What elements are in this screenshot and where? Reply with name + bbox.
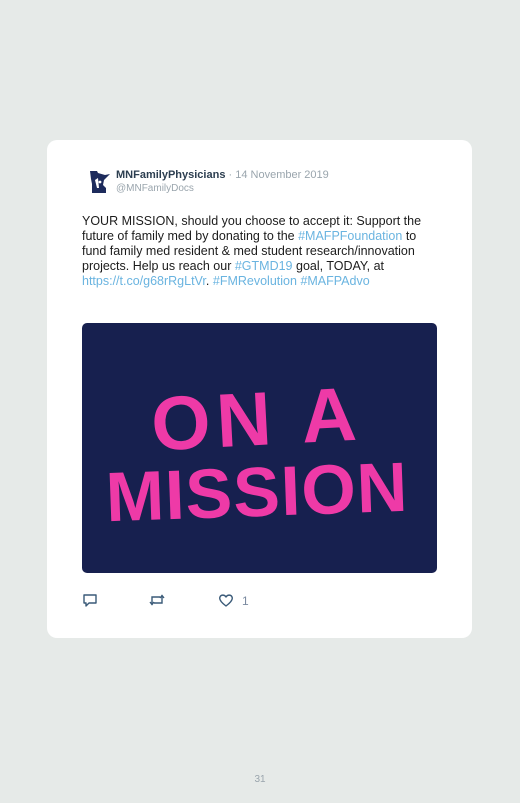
- retweet-icon[interactable]: [148, 592, 166, 613]
- media-text-line2: MISSION: [104, 448, 409, 537]
- like-count: 1: [242, 594, 249, 608]
- tweet-media-image[interactable]: ON A MISSION: [82, 323, 437, 573]
- hashtag-link[interactable]: #FMRevolution: [213, 274, 297, 288]
- tweet-actions: 1: [82, 592, 382, 612]
- heart-icon[interactable]: [218, 592, 234, 613]
- tweet-date[interactable]: 14 November 2019: [235, 169, 329, 181]
- separator: ·: [225, 169, 236, 181]
- author-name[interactable]: MNFamilyPhysicians: [116, 169, 225, 181]
- url-link[interactable]: https://t.co/g68rRgLtVr: [82, 274, 206, 288]
- hashtag-link[interactable]: #MAFPAdvo: [300, 274, 369, 288]
- hashtag-link[interactable]: #MAFPFoundation: [298, 229, 402, 243]
- hashtag-link[interactable]: #GTMD19: [235, 259, 293, 273]
- avatar[interactable]: [89, 170, 111, 194]
- tweet-text: YOUR MISSION, should you choose to accep…: [82, 214, 432, 289]
- tweet-text-part: .: [205, 274, 213, 288]
- tweet-text-part: goal, TODAY, at: [292, 259, 385, 273]
- author-handle[interactable]: @MNFamilyDocs: [116, 183, 194, 194]
- minnesota-logo-icon: [90, 171, 110, 193]
- tweet-author-line: MNFamilyPhysicians · 14 November 2019: [116, 169, 329, 181]
- reply-icon[interactable]: [82, 592, 98, 613]
- tweet-card: MNFamilyPhysicians · 14 November 2019 @M…: [47, 140, 472, 638]
- page-number: 31: [254, 774, 266, 785]
